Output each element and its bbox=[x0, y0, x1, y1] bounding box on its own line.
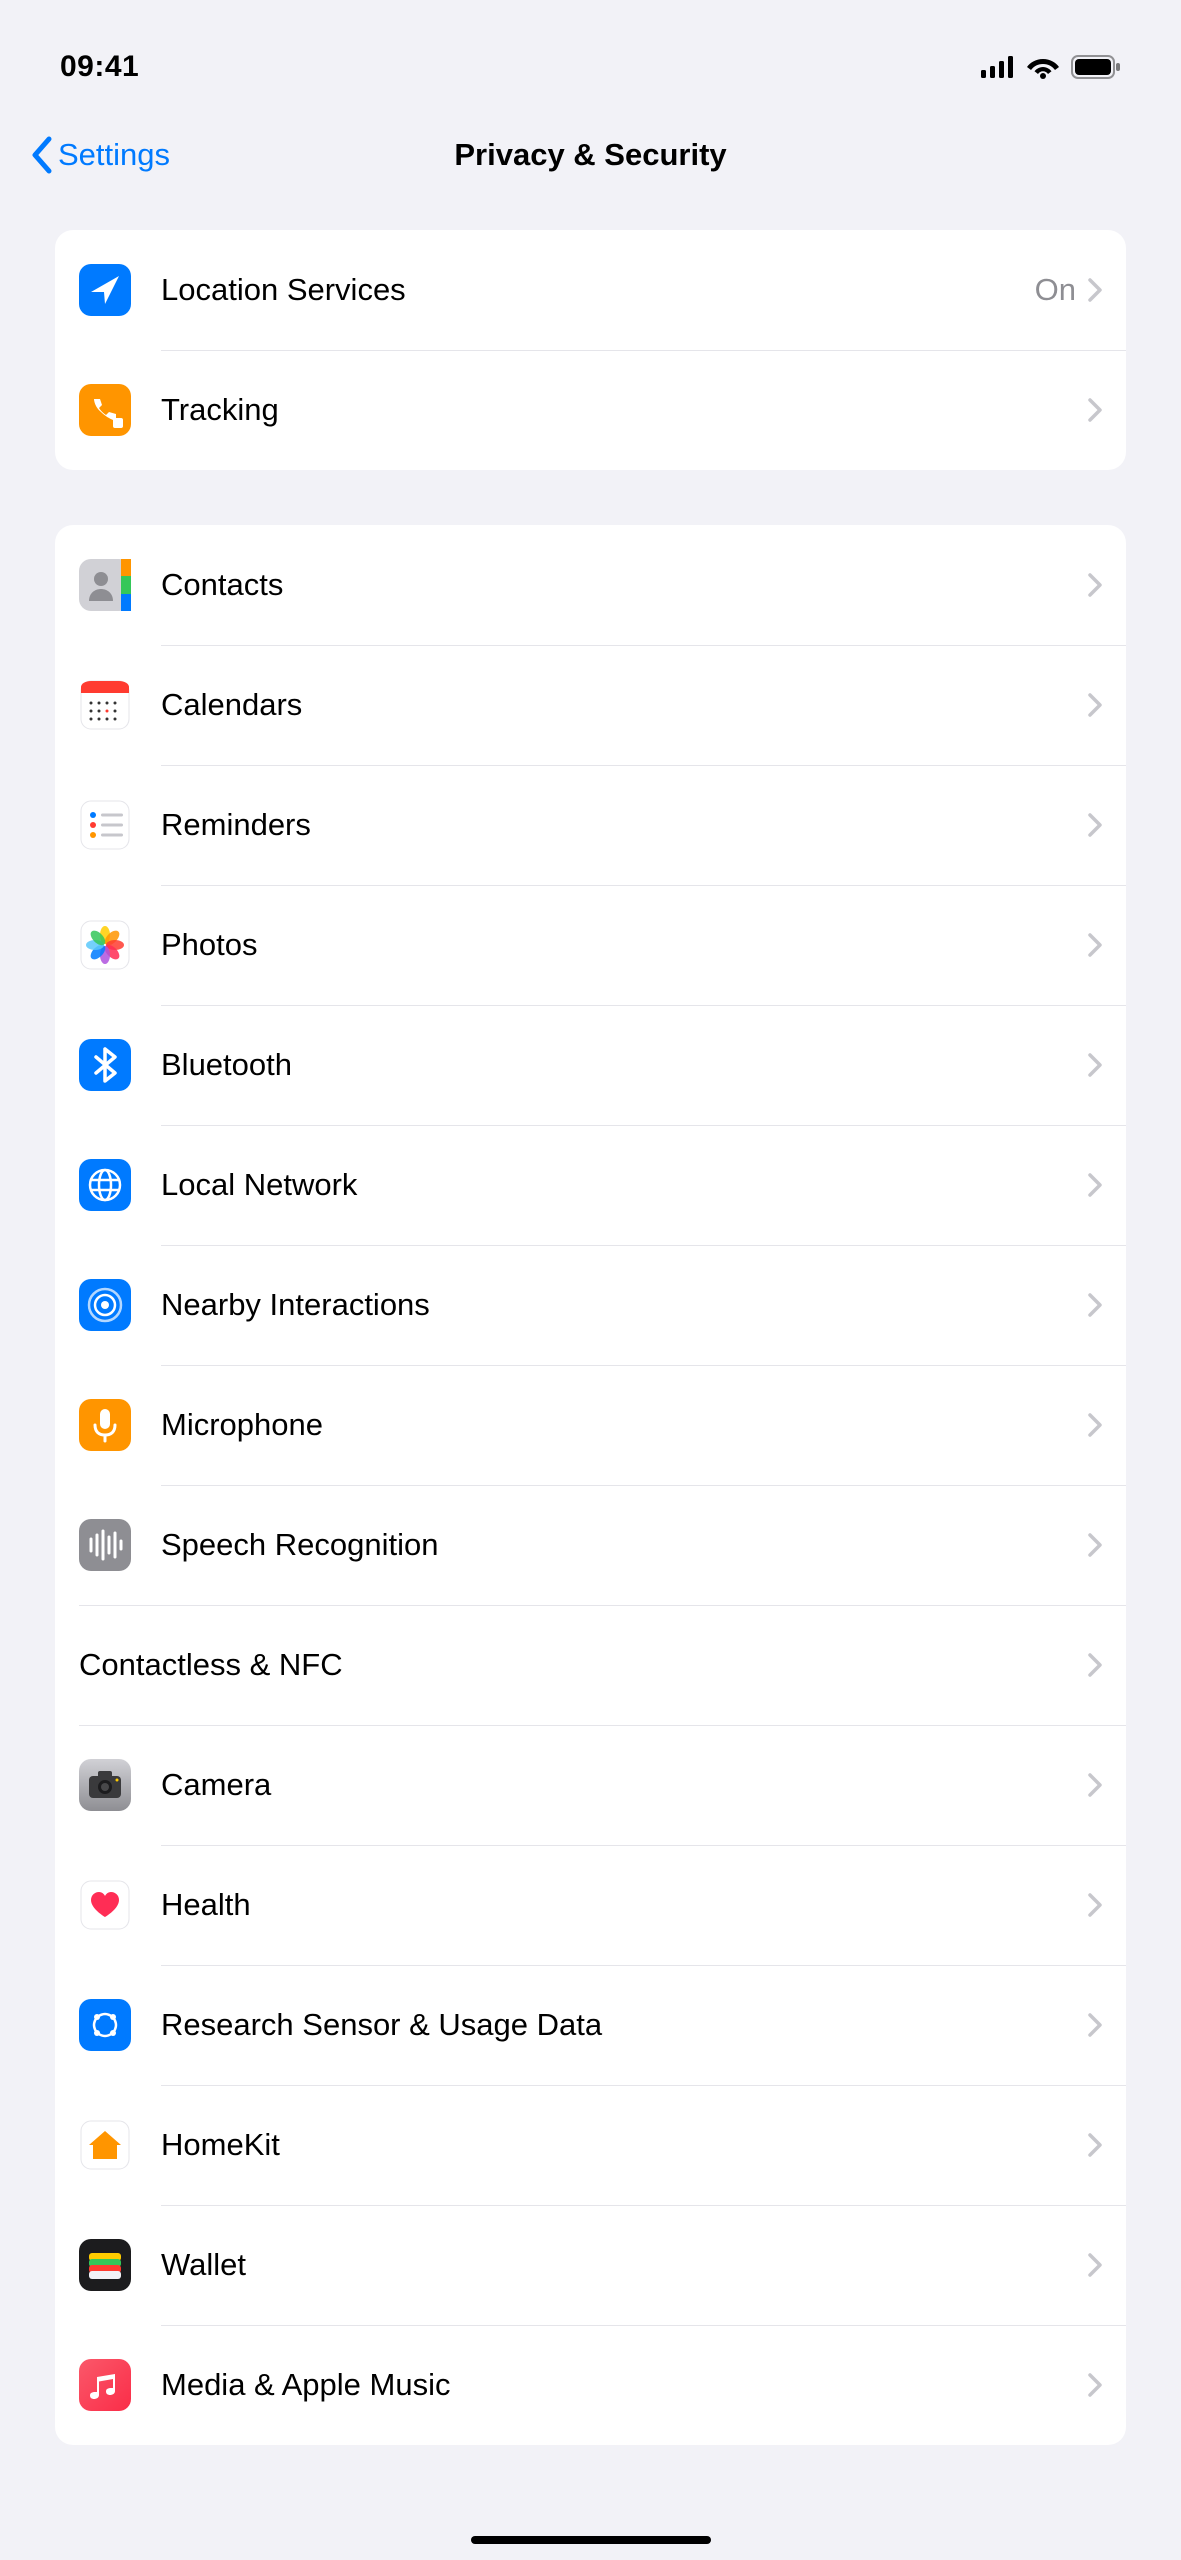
location-icon bbox=[79, 264, 131, 316]
row-label: Microphone bbox=[161, 1407, 1088, 1443]
chevron-right-icon bbox=[1088, 1773, 1102, 1797]
battery-icon bbox=[1071, 55, 1121, 79]
row-research-sensor[interactable]: Research Sensor & Usage Data bbox=[55, 1965, 1126, 2085]
status-bar: 09:41 bbox=[0, 0, 1181, 110]
row-bluetooth[interactable]: Bluetooth bbox=[55, 1005, 1126, 1125]
row-photos[interactable]: Photos bbox=[55, 885, 1126, 1005]
row-label: Research Sensor & Usage Data bbox=[161, 2007, 1088, 2043]
home-icon bbox=[79, 2119, 131, 2171]
row-value: On bbox=[1035, 272, 1076, 308]
row-nearby-interactions[interactable]: Nearby Interactions bbox=[55, 1245, 1126, 1365]
row-label: Contacts bbox=[161, 567, 1088, 603]
row-label: Reminders bbox=[161, 807, 1088, 843]
chevron-right-icon bbox=[1088, 813, 1102, 837]
chevron-right-icon bbox=[1088, 1893, 1102, 1917]
row-homekit[interactable]: HomeKit bbox=[55, 2085, 1126, 2205]
chevron-right-icon bbox=[1088, 1173, 1102, 1197]
chevron-right-icon bbox=[1088, 2133, 1102, 2157]
chevron-right-icon bbox=[1088, 1053, 1102, 1077]
row-contactless-nfc[interactable]: Contactless & NFC bbox=[55, 1605, 1126, 1725]
wifi-icon bbox=[1027, 55, 1059, 79]
row-label: Photos bbox=[161, 927, 1088, 963]
row-label: Contactless & NFC bbox=[79, 1647, 1088, 1683]
chevron-right-icon bbox=[1088, 693, 1102, 717]
row-label: Media & Apple Music bbox=[161, 2367, 1088, 2403]
chevron-right-icon bbox=[1088, 1413, 1102, 1437]
section-apps: Contacts Calendars Reminders bbox=[55, 525, 1126, 2445]
row-label: Calendars bbox=[161, 687, 1088, 723]
row-label: Bluetooth bbox=[161, 1047, 1088, 1083]
nav-title: Privacy & Security bbox=[454, 137, 726, 173]
heart-icon bbox=[79, 1879, 131, 1931]
globe-icon bbox=[79, 1159, 131, 1211]
row-camera[interactable]: Camera bbox=[55, 1725, 1126, 1845]
waveform-icon bbox=[79, 1519, 131, 1571]
contacts-icon bbox=[79, 559, 131, 611]
status-icons bbox=[981, 55, 1121, 79]
research-icon bbox=[79, 1999, 131, 2051]
row-microphone[interactable]: Microphone bbox=[55, 1365, 1126, 1485]
section-location: Location Services On Tracking bbox=[55, 230, 1126, 470]
chevron-right-icon bbox=[1088, 1533, 1102, 1557]
row-local-network[interactable]: Local Network bbox=[55, 1125, 1126, 1245]
bluetooth-icon bbox=[79, 1039, 131, 1091]
chevron-right-icon bbox=[1088, 2373, 1102, 2397]
chevron-right-icon bbox=[1088, 1293, 1102, 1317]
row-calendars[interactable]: Calendars bbox=[55, 645, 1126, 765]
chevron-right-icon bbox=[1088, 278, 1102, 302]
status-time: 09:41 bbox=[60, 50, 139, 84]
row-label: Camera bbox=[161, 1767, 1088, 1803]
row-label: Tracking bbox=[161, 392, 1088, 428]
calendar-icon bbox=[79, 679, 131, 731]
reminders-icon bbox=[79, 799, 131, 851]
chevron-right-icon bbox=[1088, 398, 1102, 422]
row-contacts[interactable]: Contacts bbox=[55, 525, 1126, 645]
nearby-icon bbox=[79, 1279, 131, 1331]
row-label: Location Services bbox=[161, 272, 1035, 308]
music-icon bbox=[79, 2359, 131, 2411]
row-location-services[interactable]: Location Services On bbox=[55, 230, 1126, 350]
wallet-icon bbox=[79, 2239, 131, 2291]
back-button[interactable]: Settings bbox=[30, 136, 170, 174]
tracking-icon bbox=[79, 384, 131, 436]
chevron-right-icon bbox=[1088, 933, 1102, 957]
photos-icon bbox=[79, 919, 131, 971]
row-wallet[interactable]: Wallet bbox=[55, 2205, 1126, 2325]
camera-icon bbox=[79, 1759, 131, 1811]
row-label: Wallet bbox=[161, 2247, 1088, 2283]
chevron-right-icon bbox=[1088, 573, 1102, 597]
cellular-icon bbox=[981, 56, 1015, 78]
row-tracking[interactable]: Tracking bbox=[55, 350, 1126, 470]
chevron-right-icon bbox=[1088, 2013, 1102, 2037]
microphone-icon bbox=[79, 1399, 131, 1451]
row-reminders[interactable]: Reminders bbox=[55, 765, 1126, 885]
row-label: Nearby Interactions bbox=[161, 1287, 1088, 1323]
row-media-apple-music[interactable]: Media & Apple Music bbox=[55, 2325, 1126, 2445]
home-indicator[interactable] bbox=[471, 2536, 711, 2544]
chevron-left-icon bbox=[30, 136, 52, 174]
row-label: HomeKit bbox=[161, 2127, 1088, 2163]
row-speech-recognition[interactable]: Speech Recognition bbox=[55, 1485, 1126, 1605]
chevron-right-icon bbox=[1088, 2253, 1102, 2277]
row-label: Local Network bbox=[161, 1167, 1088, 1203]
row-label: Health bbox=[161, 1887, 1088, 1923]
row-health[interactable]: Health bbox=[55, 1845, 1126, 1965]
back-label: Settings bbox=[58, 137, 170, 173]
row-label: Speech Recognition bbox=[161, 1527, 1088, 1563]
chevron-right-icon bbox=[1088, 1653, 1102, 1677]
nav-header: Settings Privacy & Security bbox=[0, 110, 1181, 200]
